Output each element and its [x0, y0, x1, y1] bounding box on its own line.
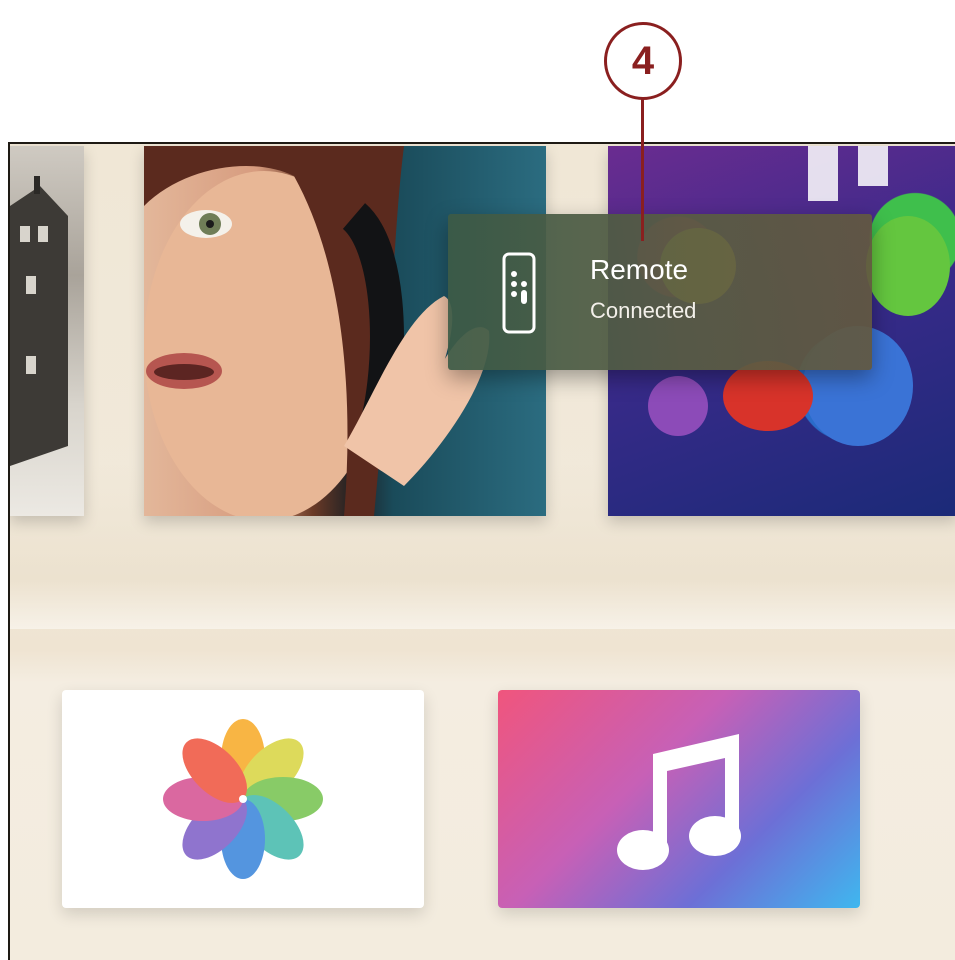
callout-number: 4	[631, 38, 655, 83]
music-note-icon	[617, 734, 741, 870]
notification-subtitle: Connected	[590, 298, 697, 323]
callout-line	[641, 99, 644, 241]
music-app-tile[interactable]	[498, 690, 860, 908]
remote-icon	[502, 252, 536, 334]
remote-connected-notification: Remote Connected	[448, 214, 872, 370]
notification-title: Remote	[590, 254, 689, 285]
poster-house-drawing[interactable]	[10, 146, 84, 516]
photos-flower-icon	[163, 719, 323, 879]
tv-home-screen: Remote Connected	[8, 142, 955, 960]
photos-app-tile[interactable]	[62, 690, 424, 908]
callout-badge: 4	[604, 22, 682, 100]
